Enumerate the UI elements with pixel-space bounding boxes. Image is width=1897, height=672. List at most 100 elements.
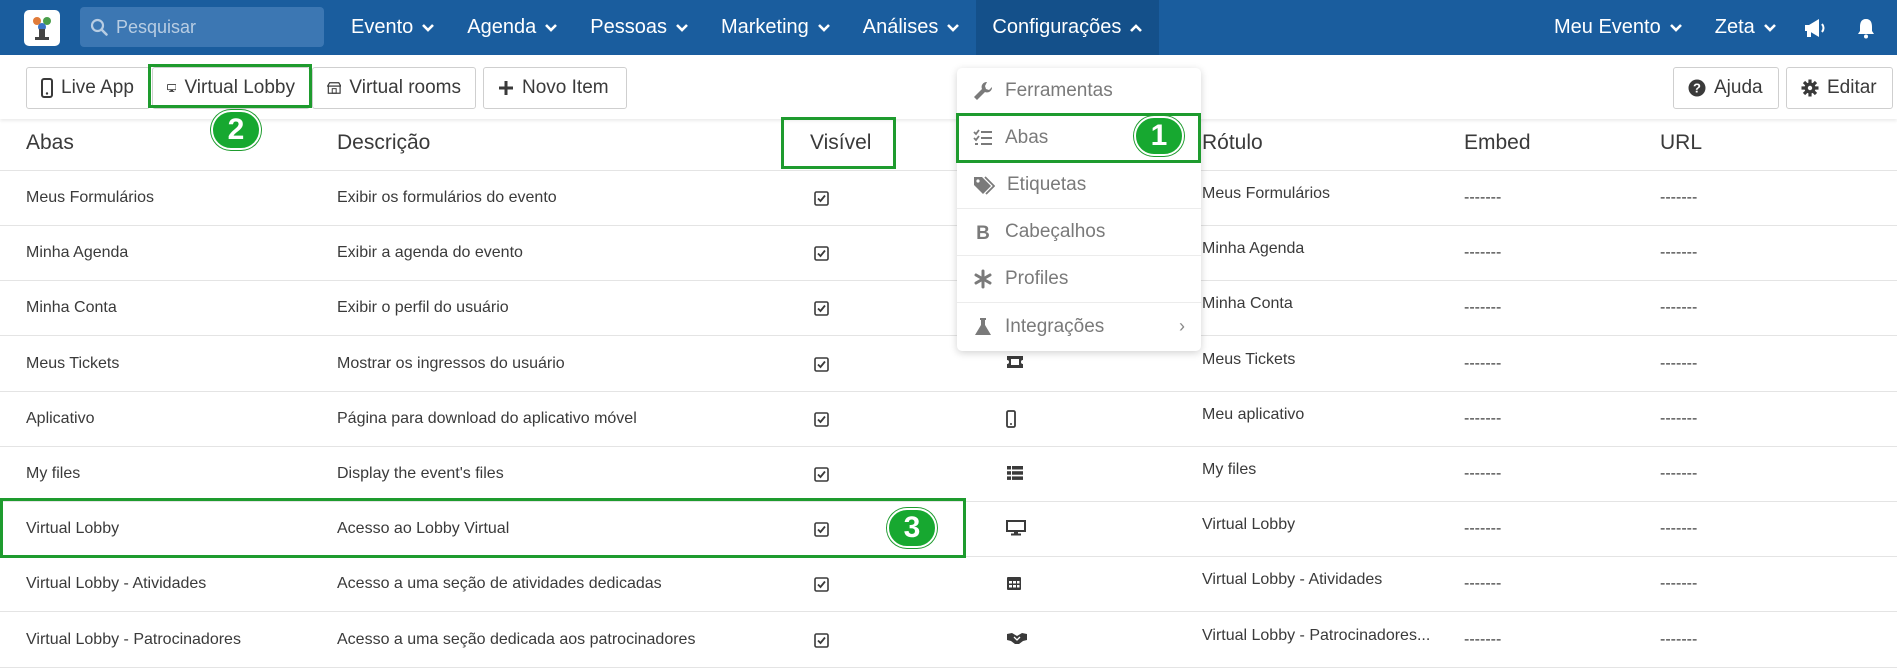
visible-checkbox[interactable]	[814, 577, 829, 597]
cell-url: -------	[1660, 244, 1698, 262]
notifications-button[interactable]	[1846, 0, 1886, 55]
nav-label: Marketing	[720, 16, 809, 38]
highlight-visivel-header	[781, 117, 896, 169]
menu-item-cabecalhos[interactable]: B Cabeçalhos	[957, 209, 1201, 256]
annotation-badge-2: 2	[211, 110, 261, 150]
cell-aba: My files	[26, 465, 81, 482]
menu-item-ferramentas[interactable]: Ferramentas	[957, 68, 1201, 115]
menu-item-integracoes[interactable]: Integrações ›	[957, 303, 1201, 350]
nav-analises[interactable]: Análises	[847, 0, 977, 55]
svg-text:?: ?	[1693, 81, 1701, 96]
cell-descricao: Exibir a agenda do evento	[337, 244, 523, 262]
cell-descricao: Mostrar os ingressos do usuário	[337, 354, 565, 372]
cell-aba: Virtual Lobby - Atividades	[26, 575, 207, 593]
cell-url: -------	[1660, 409, 1698, 427]
nav-label: Zeta	[1714, 16, 1755, 38]
editar-button[interactable]: Editar	[1786, 67, 1893, 109]
svg-text:B: B	[976, 223, 990, 242]
visible-checkbox[interactable]	[814, 301, 829, 321]
nav-user-zeta[interactable]: Zeta	[1699, 0, 1793, 55]
table-row[interactable]: Aplicativo Página para download do aplica…	[0, 392, 1897, 447]
menu-item-profiles[interactable]: Profiles	[957, 256, 1201, 303]
top-navigation-bar: Evento Agenda Pessoas Marketing Análises…	[0, 0, 1897, 55]
table-row[interactable]: Meus Formulários Exibir os formulários do…	[0, 171, 1897, 226]
cell-descricao: Exibir o perfil do usuário	[337, 299, 509, 317]
search-input[interactable]	[116, 16, 306, 38]
button-label: Ajuda	[1714, 77, 1763, 98]
nav-configuracoes[interactable]: Configurações	[976, 0, 1160, 55]
live-app-button[interactable]: Live App	[26, 67, 150, 109]
visible-checkbox[interactable]	[814, 191, 829, 211]
cell-rotulo: Virtual Lobby - Patrocinadores...	[1202, 626, 1431, 644]
cell-rotulo: Virtual Lobby - Atividades	[1202, 571, 1383, 589]
cell-embed: -------	[1464, 575, 1502, 593]
cell-aba: Meus Tickets	[26, 354, 120, 372]
cell-aba: Minha Conta	[26, 299, 117, 317]
annotation-badge-1: 1	[1134, 116, 1184, 156]
table-row[interactable]: My files Display the event's files My file…	[0, 447, 1897, 502]
table-row[interactable]: Minha Conta Exibir o perfil do usuário Min…	[0, 281, 1897, 337]
novo-item-button[interactable]: Novo Item	[483, 67, 627, 109]
cell-embed: -------	[1464, 409, 1502, 427]
visible-checkbox[interactable]	[814, 411, 829, 432]
visible-checkbox[interactable]	[814, 467, 829, 487]
chevron-down-icon	[676, 23, 688, 32]
ajuda-button[interactable]: ? Ajuda	[1673, 67, 1779, 109]
header-url[interactable]: URL	[1660, 131, 1702, 155]
cell-rotulo: My files	[1202, 461, 1257, 478]
announcements-button[interactable]	[1795, 0, 1835, 55]
search-box[interactable]	[80, 7, 324, 47]
cell-rotulo: Minha Conta	[1202, 295, 1293, 313]
table-row[interactable]: Meus Tickets Mostrar os ingressos do usuá…	[0, 337, 1897, 392]
gear-icon	[1801, 79, 1819, 97]
visible-checkbox[interactable]	[814, 356, 829, 377]
cell-url: -------	[1660, 354, 1698, 372]
cell-url: -------	[1660, 575, 1698, 593]
table-row[interactable]: Minha Agenda Exibir a agenda do evento Min…	[0, 226, 1897, 282]
virtual-rooms-button[interactable]: Virtual rooms	[312, 67, 476, 109]
configuracoes-dropdown: Ferramentas Abas Etiquetas B Cabeçalhos …	[957, 68, 1201, 351]
cell-rotulo: Meu aplicativo	[1202, 405, 1305, 423]
button-label: Virtual rooms	[349, 77, 461, 98]
nav-evento[interactable]: Evento	[335, 0, 451, 55]
desktop-icon	[1006, 520, 1026, 541]
cell-url: -------	[1660, 630, 1698, 648]
chevron-down-icon	[1669, 23, 1682, 32]
cell-url: -------	[1660, 189, 1698, 206]
header-abas[interactable]: Abas	[26, 131, 74, 155]
mobile-icon	[41, 78, 53, 98]
main-nav: Evento Agenda Pessoas Marketing Análises…	[335, 0, 1160, 55]
nav-agenda[interactable]: Agenda	[451, 0, 574, 55]
table-header: Abas Descrição Visível Rótulo Embed URL	[0, 119, 1897, 171]
cell-descricao: Acesso a uma seção de atividades dedicad…	[337, 575, 662, 593]
table-row[interactable]: Virtual Lobby - Atividades Acesso a uma s…	[0, 557, 1897, 613]
button-label: Editar	[1827, 77, 1877, 98]
flask-icon	[975, 317, 991, 335]
visible-checkbox[interactable]	[814, 246, 829, 266]
cell-rotulo: Meus Formulários	[1202, 185, 1331, 202]
cell-embed: -------	[1464, 299, 1502, 317]
help-icon: ?	[1688, 79, 1706, 97]
table-row[interactable]: Virtual Lobby - Patrocinadores Acesso a u…	[0, 613, 1897, 668]
cell-descricao: Acesso a uma seção dedicada aos patrocin…	[337, 630, 696, 648]
menu-label: Cabeçalhos	[1005, 221, 1106, 242]
header-rotulo[interactable]: Rótulo	[1202, 131, 1263, 155]
nav-pessoas[interactable]: Pessoas	[574, 0, 705, 55]
menu-label: Etiquetas	[1007, 174, 1087, 195]
cell-embed: -------	[1464, 520, 1502, 538]
button-label: Novo Item	[522, 77, 609, 98]
chevron-down-icon	[422, 23, 435, 32]
header-descricao[interactable]: Descrição	[337, 131, 430, 155]
menu-item-etiquetas[interactable]: Etiquetas	[957, 162, 1201, 209]
chevron-down-icon	[947, 23, 960, 32]
chevron-right-icon: ›	[1179, 316, 1185, 336]
visible-checkbox[interactable]	[814, 632, 829, 653]
app-logo[interactable]	[24, 10, 60, 46]
nav-label: Agenda	[467, 16, 537, 38]
header-embed[interactable]: Embed	[1464, 131, 1531, 155]
cell-rotulo: Meus Tickets	[1202, 350, 1296, 368]
highlight-virtual-lobby-button	[148, 64, 312, 108]
nav-meu-evento[interactable]: Meu Evento	[1538, 0, 1699, 55]
handshake-icon	[1006, 631, 1028, 650]
nav-marketing[interactable]: Marketing	[705, 0, 847, 55]
